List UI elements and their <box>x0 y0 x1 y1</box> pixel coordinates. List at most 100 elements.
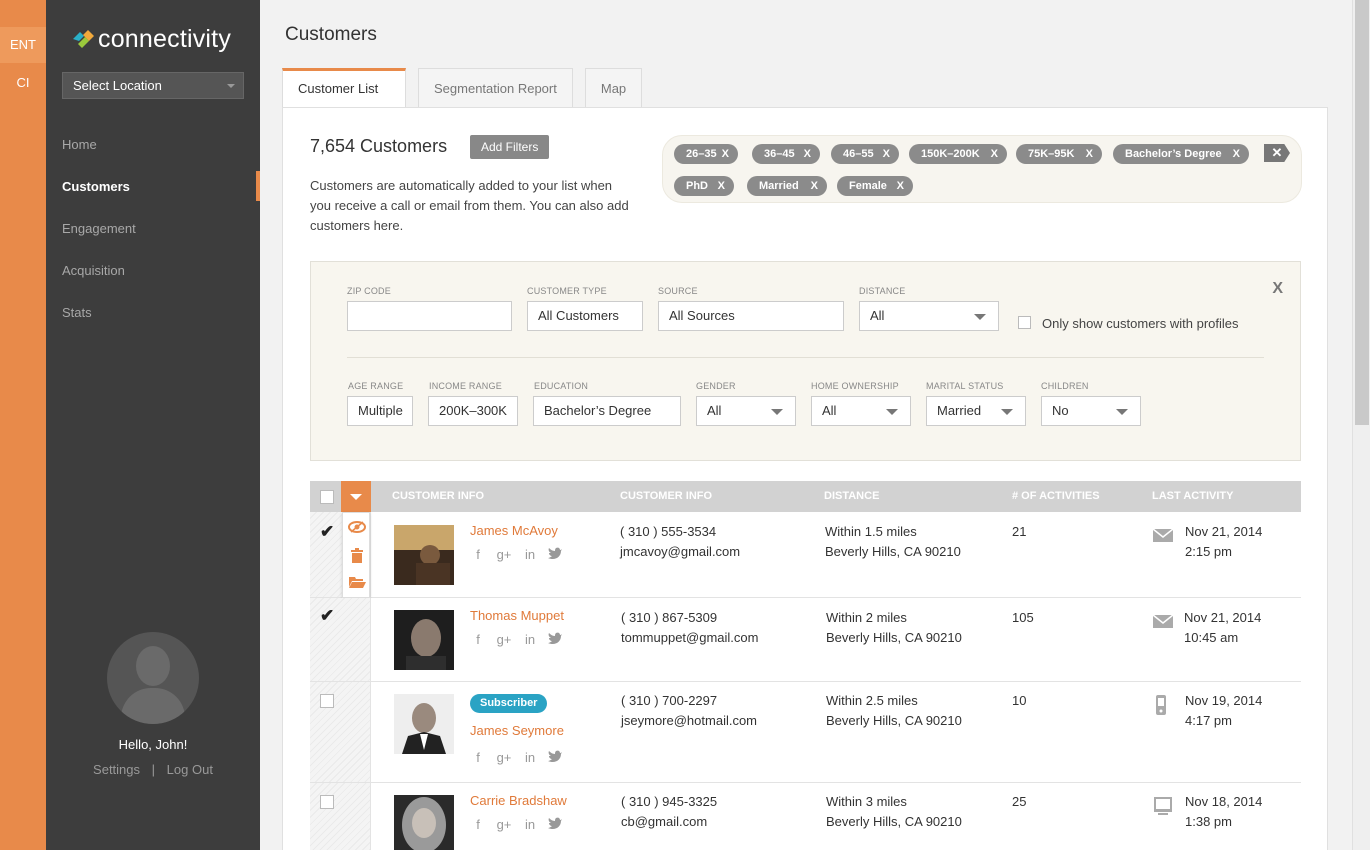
chip-remove-icon[interactable]: X <box>718 176 725 196</box>
marital-status-select[interactable]: Married <box>926 396 1026 426</box>
tab-segmentation-report[interactable]: Segmentation Report <box>418 68 573 108</box>
clear-all-chips-icon[interactable]: ✕ <box>1264 144 1290 162</box>
linkedin-icon[interactable]: in <box>522 632 538 647</box>
customer-phone[interactable]: ( 310 ) 555-3534 <box>620 522 740 542</box>
customer-name-link[interactable]: Thomas Muppet <box>470 608 564 623</box>
filter-chip[interactable]: PhD X <box>674 176 734 196</box>
chip-remove-icon[interactable]: X <box>897 176 904 196</box>
zip-input[interactable] <box>347 301 512 331</box>
col-header-last-activity[interactable]: LAST ACTIVITY <box>1152 490 1233 502</box>
source-select[interactable]: All Sources <box>658 301 844 331</box>
filter-chip[interactable]: Female X <box>837 176 913 196</box>
customer-phone[interactable]: ( 310 ) 945-3325 <box>621 792 717 812</box>
col-header-distance[interactable]: DISTANCE <box>824 490 879 502</box>
brand-logo[interactable]: connectivity <box>70 24 231 54</box>
chip-remove-icon[interactable]: X <box>1086 144 1093 164</box>
table-row[interactable]: Carrie Bradshaw f g+ in ( 310 ) 945-3325… <box>310 783 1301 850</box>
bulk-actions-dropdown[interactable] <box>341 481 371 512</box>
education-input[interactable]: Bachelor’s Degree <box>533 396 681 426</box>
logout-link[interactable]: Log Out <box>167 762 213 777</box>
google-plus-icon[interactable]: g+ <box>496 750 512 765</box>
facebook-icon[interactable]: f <box>470 632 486 647</box>
rail-item-ci[interactable]: CI <box>0 65 46 101</box>
folder-open-icon[interactable] <box>348 575 366 588</box>
customer-phone[interactable]: ( 310 ) 700-2297 <box>621 691 757 711</box>
col-header-customer-info[interactable]: CUSTOMER INFO <box>392 490 484 502</box>
filter-chip[interactable]: 46–55 X <box>831 144 899 164</box>
tab-customer-list[interactable]: Customer List <box>282 68 406 108</box>
add-filters-button[interactable]: Add Filters <box>470 135 550 159</box>
customer-name-link[interactable]: Carrie Bradshaw <box>470 793 567 808</box>
children-select[interactable]: No <box>1041 396 1141 426</box>
filter-chip[interactable]: Bachelor’s Degree X <box>1113 144 1249 164</box>
settings-link[interactable]: Settings <box>93 762 140 777</box>
google-plus-icon[interactable]: g+ <box>496 547 512 562</box>
nav-item-home[interactable]: Home <box>46 126 260 168</box>
income-range-input[interactable]: 200K–300K <box>428 396 518 426</box>
profiles-checkbox[interactable] <box>1018 316 1031 329</box>
gender-select[interactable]: All <box>696 396 796 426</box>
twitter-icon[interactable] <box>548 547 563 560</box>
table-row[interactable]: ✔ James McAvoy f g+ in ( 310 ) 555-3534 … <box>310 512 1301 598</box>
rail-item-ent[interactable]: ENT <box>0 27 46 63</box>
linkedin-icon[interactable]: in <box>522 817 538 832</box>
row-checkbox[interactable] <box>320 795 334 809</box>
filter-chip[interactable]: 75K–95K X <box>1016 144 1102 164</box>
customer-photo[interactable] <box>394 610 454 670</box>
filter-chip[interactable]: Married X <box>747 176 827 196</box>
twitter-icon[interactable] <box>548 632 563 645</box>
facebook-icon[interactable]: f <box>470 817 486 832</box>
customer-type-select[interactable]: All Customers <box>527 301 643 331</box>
customer-photo[interactable] <box>394 525 454 585</box>
row-checkbox[interactable]: ✔ <box>320 607 334 624</box>
customer-email[interactable]: tommuppet@gmail.com <box>621 628 758 648</box>
nav-item-engagement[interactable]: Engagement <box>46 210 260 252</box>
linkedin-icon[interactable]: in <box>522 750 538 765</box>
linkedin-icon[interactable]: in <box>522 547 538 562</box>
chip-remove-icon[interactable]: X <box>883 144 890 164</box>
close-filters-button[interactable]: X <box>1272 280 1283 298</box>
customer-email[interactable]: jmcavoy@gmail.com <box>620 542 740 562</box>
table-row[interactable]: ✔ Thomas Muppet f g+ in ( 310 ) 867-5309… <box>310 598 1301 682</box>
view-eye-icon[interactable] <box>348 521 366 533</box>
user-avatar[interactable] <box>107 632 199 724</box>
customer-email[interactable]: jseymore@hotmail.com <box>621 711 757 731</box>
facebook-icon[interactable]: f <box>470 547 486 562</box>
google-plus-icon[interactable]: g+ <box>496 632 512 647</box>
location-select[interactable]: Select Location <box>62 72 244 99</box>
chip-remove-icon[interactable]: X <box>811 176 818 196</box>
filter-chip[interactable]: 26–35 X <box>674 144 738 164</box>
chip-remove-icon[interactable]: X <box>991 144 998 164</box>
col-header-customer-contact[interactable]: CUSTOMER INFO <box>620 490 712 502</box>
facebook-icon[interactable]: f <box>470 750 486 765</box>
nav-item-stats[interactable]: Stats <box>46 294 260 336</box>
scrollbar-thumb[interactable] <box>1355 0 1369 425</box>
nav-item-customers[interactable]: Customers <box>46 168 260 210</box>
customer-photo[interactable] <box>394 694 454 754</box>
chip-remove-icon[interactable]: X <box>1233 144 1240 164</box>
table-row[interactable]: Subscriber James Seymore f g+ in ( 310 )… <box>310 682 1301 783</box>
row-checkbox[interactable] <box>320 694 334 708</box>
twitter-icon[interactable] <box>548 817 563 830</box>
age-range-input[interactable]: Multiple <box>347 396 413 426</box>
trash-icon[interactable] <box>350 548 364 563</box>
row-checkbox[interactable]: ✔ <box>320 523 334 540</box>
chip-remove-icon[interactable]: X <box>722 144 729 164</box>
home-ownership-select[interactable]: All <box>811 396 911 426</box>
nav-item-acquisition[interactable]: Acquisition <box>46 252 260 294</box>
tab-map[interactable]: Map <box>584 68 643 108</box>
customer-email[interactable]: cb@gmail.com <box>621 812 717 832</box>
google-plus-icon[interactable]: g+ <box>496 817 512 832</box>
filter-chip[interactable]: 150K–200K X <box>909 144 1007 164</box>
filter-chip[interactable]: 36–45 X <box>752 144 820 164</box>
customer-name-link[interactable]: James McAvoy <box>470 523 558 538</box>
customer-phone[interactable]: ( 310 ) 867-5309 <box>621 608 758 628</box>
col-header-activities[interactable]: # OF ACTIVITIES <box>1012 490 1100 502</box>
select-all-checkbox[interactable] <box>320 490 334 504</box>
distance-select[interactable]: All <box>859 301 999 331</box>
twitter-icon[interactable] <box>548 750 563 763</box>
page-scrollbar[interactable] <box>1352 0 1370 850</box>
customer-name-link[interactable]: James Seymore <box>470 723 564 738</box>
chip-remove-icon[interactable]: X <box>804 144 811 164</box>
customer-photo[interactable] <box>394 795 454 850</box>
